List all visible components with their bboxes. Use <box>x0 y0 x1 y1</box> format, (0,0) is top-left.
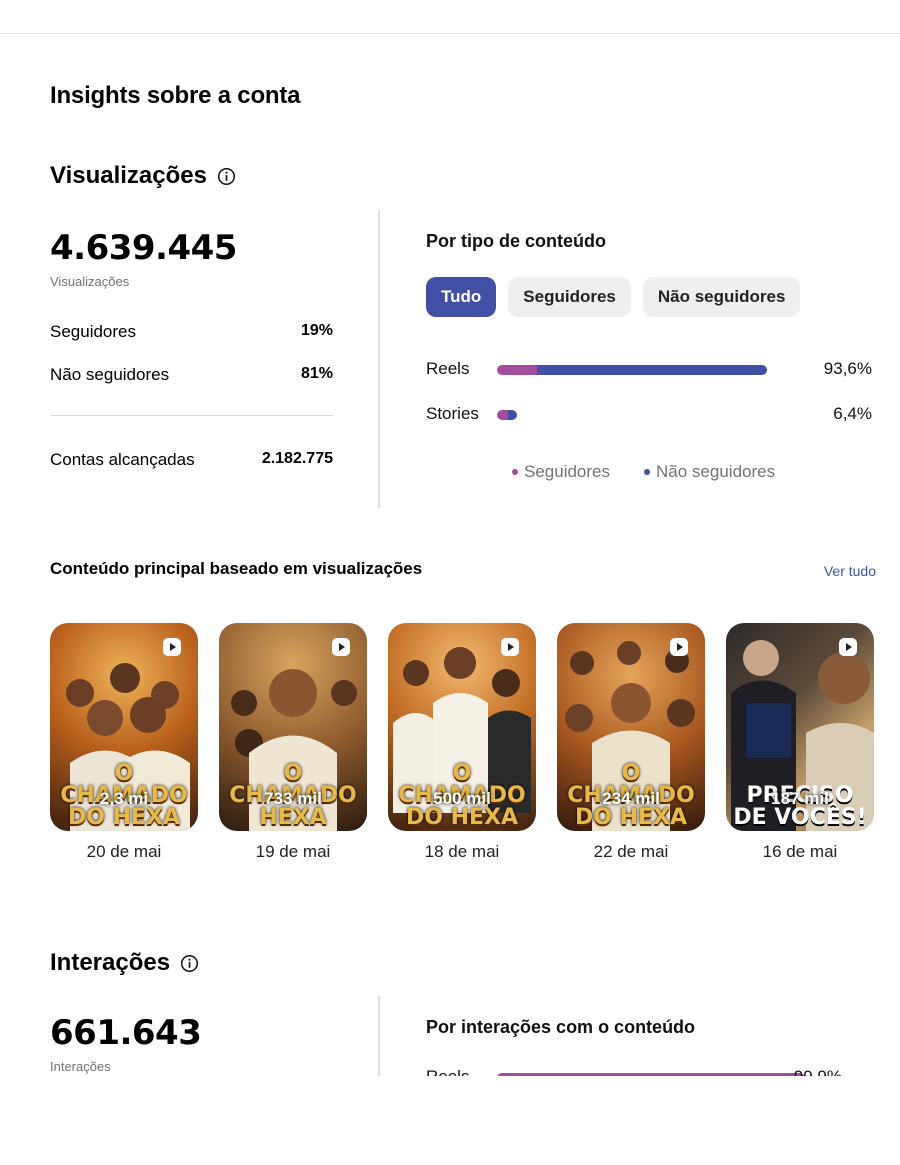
legend-non-followers: Não seguidores <box>644 462 775 482</box>
interactions-title-label: Interações <box>50 949 171 976</box>
views-title-label: Visualizações <box>50 162 207 189</box>
content-date: 16 de mai <box>762 842 838 861</box>
bar-row-stories: Stories 6,4% <box>426 403 872 427</box>
top-content-list: O CHAMADO DO HEXA 2,3 mi 20 de mai O CHA… <box>50 623 874 862</box>
reach-row: Contas alcançadas 2.182.775 <box>50 450 333 470</box>
content-item[interactable]: O CHAMADO HEXA 733 mil 19 de mai <box>219 623 367 862</box>
interactions-total: 661.643 <box>50 1013 202 1053</box>
content-views: 733 mil <box>264 789 322 808</box>
reel-icon <box>670 638 688 656</box>
bar-fill-interactions-reels <box>497 1073 805 1076</box>
content-type-heading: Por tipo de conteúdo <box>426 231 606 251</box>
reach-value: 2.182.775 <box>261 450 333 467</box>
content-thumbnail[interactable]: PRECISO DE VOCÊS! 187 mil <box>726 623 874 831</box>
views-vertical-divider <box>378 210 380 508</box>
interactions-bar-clip: Reels 99,9% <box>0 1064 900 1076</box>
legend-dot-non-followers <box>644 469 651 475</box>
bar-row-interactions-reels: Reels 99,9% <box>426 1066 872 1076</box>
tab-all[interactable]: Tudo <box>426 277 497 317</box>
bar-segment-non-followers <box>508 410 517 420</box>
content-date: 20 de mai <box>86 842 162 861</box>
content-item[interactable]: O CHAMADO DO HEXA 500 mil 18 de mai <box>388 623 536 862</box>
content-type-tabs: Tudo Seguidores Não seguidores <box>426 277 801 317</box>
bar-segment-followers <box>497 410 508 420</box>
views-total-caption: Visualizações <box>50 274 130 289</box>
see-all-link[interactable]: Ver tudo <box>824 563 876 579</box>
content-views: 187 mil <box>771 789 829 808</box>
content-views: 2,3 mi <box>99 789 149 808</box>
content-views: 500 mil <box>433 789 491 808</box>
content-item[interactable]: O CHAMADO DO HEXA 2,3 mi 20 de mai <box>50 623 198 862</box>
bar-pct-reels: 93,6% <box>823 359 872 378</box>
bar-legend: Seguidores Não seguidores <box>512 462 775 482</box>
bar-track-stories <box>497 410 785 420</box>
followers-value: 19% <box>300 322 333 339</box>
info-icon[interactable] <box>180 954 199 973</box>
views-total: 4.639.445 <box>50 228 237 268</box>
followers-label: Seguidores <box>50 322 137 341</box>
interactions-heading: Por interações com o conteúdo <box>426 1017 696 1037</box>
legend-dot-followers <box>512 469 518 475</box>
content-thumbnail[interactable]: O CHAMADO DO HEXA 500 mil <box>388 623 536 831</box>
tab-non-followers[interactable]: Não seguidores <box>642 277 801 317</box>
content-date: 22 de mai <box>593 842 669 861</box>
tab-followers[interactable]: Seguidores <box>508 277 631 317</box>
bar-segment-followers <box>497 365 538 375</box>
bar-fill-stories <box>497 410 517 420</box>
followers-row: Seguidores 19% <box>50 322 333 342</box>
reel-icon <box>501 638 519 656</box>
bar-track-interactions-reels <box>497 1073 805 1076</box>
top-content-heading: Conteúdo principal baseado em visualizaç… <box>50 559 423 578</box>
reel-icon <box>839 638 857 656</box>
content-thumbnail[interactable]: O CHAMADO HEXA 733 mil <box>219 623 367 831</box>
reach-label: Contas alcançadas <box>50 450 195 469</box>
bar-pct-interactions-reels: 99,9% <box>794 1067 842 1076</box>
interactions-section-title: Interações <box>50 949 199 977</box>
views-section-title: Visualizações <box>50 162 236 190</box>
reel-icon <box>332 638 350 656</box>
bar-segment-non-followers <box>537 365 767 375</box>
content-thumbnail[interactable]: O CHAMADO DO HEXA 234 mil <box>557 623 705 831</box>
content-views: 234 mil <box>602 789 660 808</box>
legend-followers-label: Seguidores <box>524 462 611 481</box>
bar-track-reels <box>497 365 785 375</box>
top-divider <box>0 33 900 34</box>
content-thumbnail[interactable]: O CHAMADO DO HEXA 2,3 mi <box>50 623 198 831</box>
content-item[interactable]: O CHAMADO DO HEXA 234 mil 22 de mai <box>557 623 705 862</box>
non-followers-value: 81% <box>300 365 333 382</box>
info-icon[interactable] <box>217 167 236 186</box>
views-divider <box>50 415 333 416</box>
content-date: 18 de mai <box>424 842 500 861</box>
legend-non-followers-label: Não seguidores <box>656 462 776 481</box>
bar-label-stories: Stories <box>426 404 479 423</box>
page-title: Insights sobre a conta <box>50 82 301 109</box>
bar-label-interactions-reels: Reels <box>426 1067 469 1076</box>
content-date: 19 de mai <box>255 842 331 861</box>
non-followers-row: Não seguidores 81% <box>50 365 333 385</box>
non-followers-label: Não seguidores <box>50 365 170 384</box>
bar-fill-reels <box>497 365 767 375</box>
reel-icon <box>163 638 181 656</box>
legend-followers: Seguidores <box>512 462 610 482</box>
bar-row-reels: Reels 93,6% <box>426 358 872 382</box>
bar-pct-stories: 6,4% <box>833 404 872 423</box>
bar-label-reels: Reels <box>426 359 470 378</box>
content-item[interactable]: PRECISO DE VOCÊS! 187 mil 16 de mai <box>726 623 874 862</box>
